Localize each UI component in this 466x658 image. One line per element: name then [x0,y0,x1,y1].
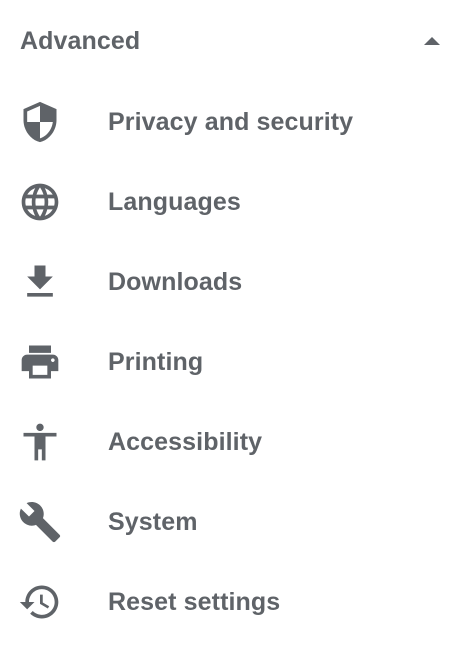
printer-icon [18,340,62,384]
menu-item-system[interactable]: System [0,482,466,562]
menu-item-label: Printing [108,348,204,376]
menu-item-label: Languages [108,188,241,216]
restore-icon [18,580,62,624]
advanced-section-header[interactable]: Advanced [0,0,466,82]
menu-item-label: Downloads [108,268,243,296]
menu-item-languages[interactable]: Languages [0,162,466,242]
menu-item-accessibility[interactable]: Accessibility [0,402,466,482]
globe-icon [18,180,62,224]
accessibility-icon [18,420,62,464]
shield-icon [18,100,62,144]
menu-item-printing[interactable]: Printing [0,322,466,402]
wrench-icon [18,500,62,544]
menu-item-reset-settings[interactable]: Reset settings [0,562,466,642]
menu-item-label: Accessibility [108,428,263,456]
menu-item-label: Privacy and security [108,108,354,136]
arrow-drop-up-icon[interactable] [421,34,443,48]
menu-item-label: Reset settings [108,588,281,616]
download-icon [18,260,62,304]
menu-item-label: System [108,508,198,536]
menu-item-privacy-and-security[interactable]: Privacy and security [0,82,466,162]
menu-item-downloads[interactable]: Downloads [0,242,466,322]
advanced-menu: Privacy and security Languages Downloads… [0,82,466,642]
advanced-section-title: Advanced [20,27,141,55]
